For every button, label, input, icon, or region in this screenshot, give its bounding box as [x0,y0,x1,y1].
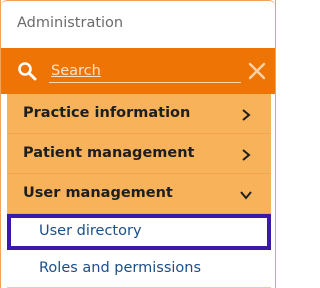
sub-item-roles-and-permissions[interactable]: Roles and permissions [7,252,271,288]
nav-item-label: Practice information [23,105,191,121]
close-icon[interactable] [247,61,267,81]
search-input[interactable] [49,60,241,83]
nav-item-user-management[interactable]: User management [7,174,271,214]
panel-title: Administration [17,15,124,31]
search-icon[interactable] [17,61,37,81]
admin-navigation-panel: Administration Practice information Pati… [0,0,276,288]
sub-item-label: User directory [39,223,142,239]
nav-item-label: Patient management [23,145,195,161]
nav-item-label: User management [23,185,173,201]
chevron-right-icon [239,107,253,121]
chevron-right-icon [239,147,253,161]
search-bar [1,48,275,94]
sub-item-label: Roles and permissions [39,260,202,276]
chevron-down-icon [239,187,253,201]
sub-item-user-directory[interactable]: User directory [7,214,271,250]
nav-item-patient-management[interactable]: Patient management [7,134,271,174]
nav-item-practice-information[interactable]: Practice information [7,94,271,134]
panel-header: Administration [1,0,275,48]
